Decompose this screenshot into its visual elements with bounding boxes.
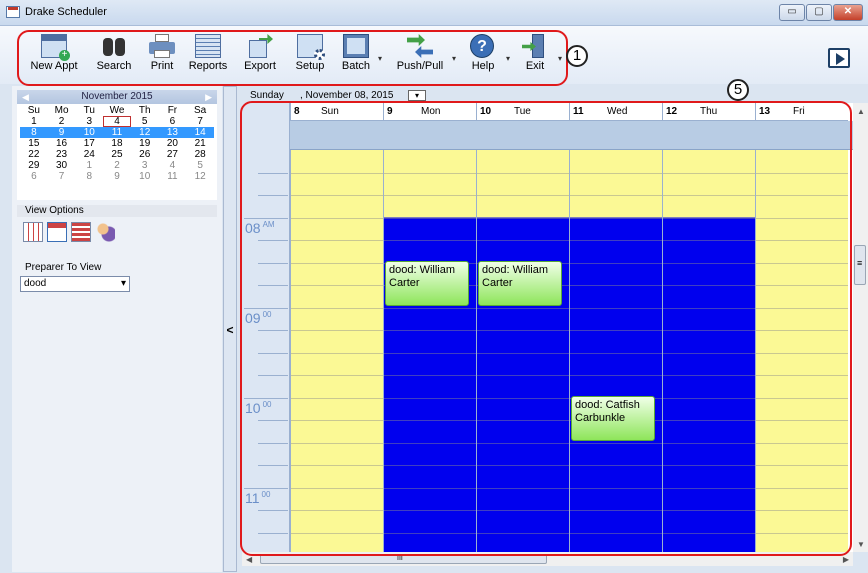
date-cell[interactable]: 5 (131, 116, 159, 127)
date-cell-other-month[interactable]: 1 (75, 160, 103, 171)
collapse-panel-button[interactable]: < (223, 86, 237, 572)
date-cell[interactable]: 25 (103, 149, 131, 160)
vertical-scroll-thumb[interactable]: ≡ (854, 245, 866, 285)
date-cell-selected[interactable]: 11 (103, 127, 131, 138)
date-cell[interactable]: 28 (186, 149, 214, 160)
date-cell-other-month[interactable]: 2 (103, 160, 131, 171)
day-name: Fr (167, 105, 178, 116)
date-cell-selected[interactable]: 13 (158, 127, 187, 138)
day-name: Su (27, 105, 40, 116)
date-cell-selected[interactable]: 12 (130, 127, 159, 138)
date-cell[interactable]: 15 (20, 138, 48, 149)
app-icon (6, 6, 20, 18)
mini-calendar: ◀ November 2015 ▶ Su Mo Tu We Th Fr Sa 1… (17, 90, 217, 200)
preparer-view-icon[interactable] (95, 222, 115, 242)
month-view-icon[interactable] (71, 222, 91, 242)
play-icon[interactable] (828, 48, 850, 68)
scroll-grip-icon: ≡ (857, 258, 863, 268)
day-name: Tu (83, 105, 95, 116)
date-cell[interactable]: 26 (131, 149, 159, 160)
window-title: Drake Scheduler (25, 6, 107, 18)
date-cell-today[interactable]: 4 (103, 116, 131, 127)
date-cell-other-month[interactable]: 3 (131, 160, 159, 171)
date-cell[interactable]: 6 (159, 116, 187, 127)
view-options-label: View Options (17, 205, 217, 217)
date-cell-other-month[interactable]: 11 (159, 171, 187, 182)
date-cell-other-month[interactable]: 10 (131, 171, 159, 182)
date-cell-selected[interactable]: 8 (20, 127, 48, 138)
week-view-icon[interactable] (47, 222, 67, 242)
date-cell-other-month[interactable]: 8 (75, 171, 103, 182)
prev-month-icon[interactable]: ◀ (22, 90, 29, 104)
mini-calendar-grid: Su Mo Tu We Th Fr Sa 1 2 3 4 5 6 7 8 9 1… (17, 104, 217, 182)
date-cell-other-month[interactable]: 9 (103, 171, 131, 182)
title-bar: Drake Scheduler ▭ ▢ ✕ (0, 0, 868, 26)
date-picker-button[interactable]: ▾ (408, 90, 426, 101)
scroll-up-icon[interactable]: ▲ (857, 107, 865, 116)
day-name: Mo (54, 105, 69, 116)
day-name: Th (138, 105, 151, 116)
date-cell[interactable]: 24 (75, 149, 103, 160)
date-cell-other-month[interactable]: 12 (186, 171, 214, 182)
date-cell[interactable]: 21 (186, 138, 214, 149)
view-options-panel: View Options (17, 205, 217, 247)
date-cell-other-month[interactable]: 6 (20, 171, 48, 182)
vertical-scrollbar[interactable]: ▲ ≡ ▼ (853, 103, 868, 552)
scroll-right-icon[interactable]: ▶ (843, 555, 849, 564)
mini-calendar-header: ◀ November 2015 ▶ (17, 90, 217, 104)
date-cell[interactable]: 16 (48, 138, 76, 149)
date-cell[interactable]: 7 (186, 116, 214, 127)
date-cell-selected[interactable]: 14 (186, 127, 214, 138)
day-name: We (109, 105, 125, 116)
date-cell-other-month[interactable]: 5 (186, 160, 214, 171)
callout-box-calendar-grid (240, 101, 852, 556)
preparer-select[interactable]: dood (20, 276, 130, 292)
date-cell[interactable]: 27 (159, 149, 187, 160)
day-view-icon[interactable] (23, 222, 43, 242)
date-cell[interactable]: 17 (75, 138, 103, 149)
date-cell-selected[interactable]: 10 (75, 127, 104, 138)
scroll-down-icon[interactable]: ▼ (857, 540, 865, 549)
callout-number-5: 5 (727, 79, 749, 101)
date-cell[interactable]: 19 (131, 138, 159, 149)
callout-box-toolbar (17, 30, 568, 86)
date-cell-selected[interactable]: 9 (47, 127, 76, 138)
next-month-icon[interactable]: ▶ (205, 90, 212, 104)
maximize-button[interactable]: ▢ (806, 4, 832, 21)
date-cell[interactable]: 2 (48, 116, 76, 127)
date-cell[interactable]: 3 (75, 116, 103, 127)
minimize-button[interactable]: ▭ (779, 4, 805, 21)
hscroll-grip-icon: III (397, 555, 403, 562)
day-name: Sa (194, 105, 207, 116)
preparer-panel: Preparer To View dood (17, 262, 217, 302)
date-cell[interactable]: 29 (20, 160, 48, 171)
date-cell[interactable]: 22 (20, 149, 48, 160)
date-cell-other-month[interactable]: 4 (159, 160, 187, 171)
close-button[interactable]: ✕ (833, 4, 863, 21)
preparer-label: Preparer To View (25, 262, 102, 273)
date-cell[interactable]: 18 (103, 138, 131, 149)
date-cell[interactable]: 23 (48, 149, 76, 160)
date-cell-other-month[interactable]: 7 (48, 171, 76, 182)
date-cell[interactable]: 30 (48, 160, 76, 171)
scroll-left-icon[interactable]: ◀ (246, 555, 252, 564)
date-cell[interactable]: 1 (20, 116, 48, 127)
mini-calendar-month: November 2015 (81, 91, 153, 102)
date-cell[interactable]: 20 (159, 138, 187, 149)
callout-number-1: 1 (566, 45, 588, 67)
